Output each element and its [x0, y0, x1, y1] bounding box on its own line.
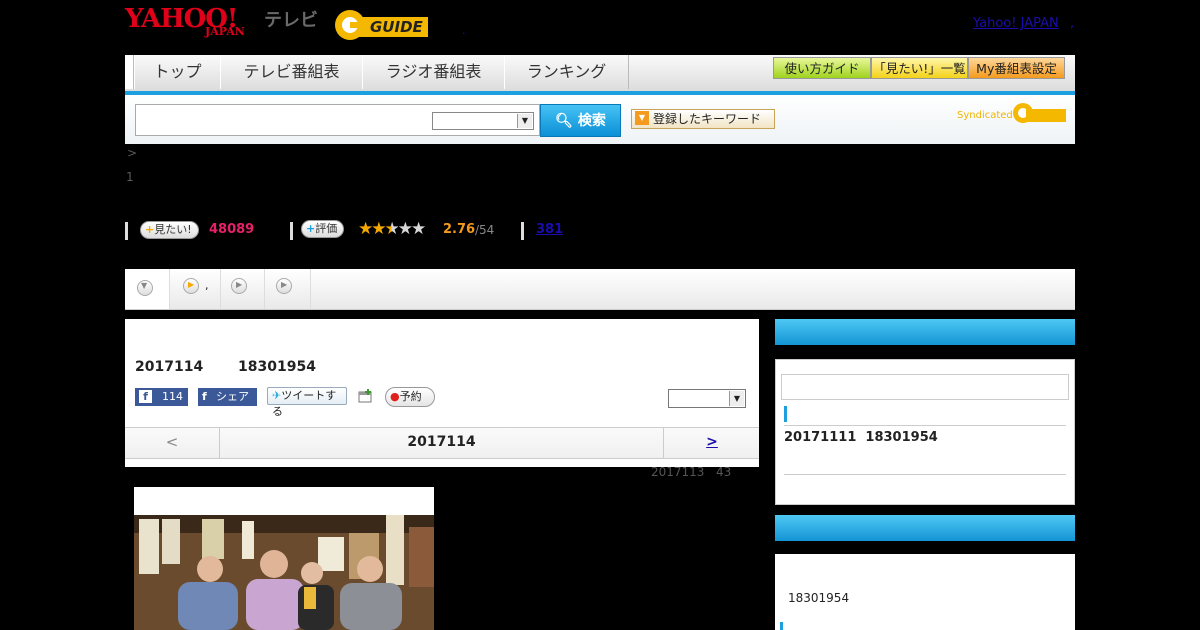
- program-meta-count: 43: [716, 465, 732, 479]
- play-icon[interactable]: ▶: [231, 278, 247, 294]
- reserve-button[interactable]: ●予約: [385, 387, 435, 407]
- facebook-share-button[interactable]: f シェア: [198, 388, 257, 406]
- facebook-icon: f: [139, 390, 152, 403]
- main-nav: トップ テレビ番組表 ラジオ番組表 ランキング 使い方ガイド 「見たい!」一覧 …: [125, 55, 1075, 95]
- facebook-count: 114: [162, 390, 183, 403]
- stat-divider: [125, 222, 128, 240]
- yahoo-logo-sub: JAPAN: [205, 25, 245, 38]
- syndicated-label: Syndicated: [957, 110, 1013, 121]
- sidebar-header-1: [775, 319, 1075, 345]
- stat-divider: [290, 222, 293, 240]
- add-calendar-icon[interactable]: [357, 388, 373, 404]
- facebook-share-label: シェア: [216, 390, 249, 403]
- page-number: 1: [126, 170, 134, 184]
- next-day-button[interactable]: >: [663, 428, 760, 458]
- section-marker: [784, 406, 787, 422]
- sidebar-item-1[interactable]: 20171111 18301954: [784, 430, 938, 445]
- program-info-panel: 2017114 18301954 f 114 f シェア ✈ツイートする ●予約 ▼…: [125, 319, 759, 467]
- date-navigation: < 2017114 >: [125, 427, 759, 459]
- want-list-button[interactable]: 「見たい!」一覧: [871, 57, 968, 79]
- divider: [784, 474, 1066, 475]
- tab-active[interactable]: ▼: [125, 269, 170, 309]
- star-empty-icon: ★: [397, 219, 413, 239]
- rate-button[interactable]: +評価: [301, 220, 345, 238]
- rating-stars: ★★★★★: [358, 219, 426, 239]
- want-button-label: 見たい!: [154, 223, 192, 236]
- header-dot: .: [462, 24, 466, 37]
- sidebar-item-2[interactable]: 18301954: [788, 591, 849, 605]
- program-select[interactable]: ▼: [668, 389, 746, 408]
- program-meta-date: 2017113: [651, 465, 705, 479]
- record-icon: ●: [390, 390, 400, 403]
- header-link-comma: ,: [1070, 16, 1075, 31]
- tab-divider: [310, 269, 311, 309]
- tweet-label: ツイートする: [272, 389, 337, 418]
- plus-icon: +: [145, 223, 155, 236]
- chevron-down-icon: ▼: [137, 280, 153, 296]
- tab-divider: [264, 269, 265, 309]
- nav-tab-radio-schedule[interactable]: ラジオ番組表: [362, 55, 505, 89]
- play-icon[interactable]: ▶: [183, 278, 199, 294]
- prev-day-button[interactable]: <: [125, 428, 220, 458]
- search-icon: 🔍︎: [555, 113, 573, 129]
- next-day-link[interactable]: >: [706, 434, 718, 450]
- divider: [784, 425, 1066, 426]
- star-icon: ★: [358, 219, 373, 239]
- program-date: 2017114: [135, 359, 204, 375]
- nav-tab-top[interactable]: トップ: [134, 55, 221, 89]
- twitter-bird-icon: ✈: [272, 389, 282, 402]
- section-marker: [780, 622, 783, 630]
- want-count: 48089: [209, 222, 255, 237]
- nav-tab-ranking[interactable]: ランキング: [504, 55, 629, 89]
- nav-date: 2017114: [407, 434, 476, 450]
- tv-label: テレビ: [264, 10, 318, 31]
- plus-icon: +: [306, 222, 316, 235]
- sidebar-box-2: 18301954: [775, 554, 1075, 630]
- gguide-logo[interactable]: GUIDE: [334, 8, 432, 42]
- chevron-down-icon: ▼: [635, 111, 649, 125]
- facebook-icon: f: [202, 390, 207, 403]
- yahoo-japan-link[interactable]: Yahoo! JAPAN: [973, 16, 1059, 31]
- star-icon: ★: [371, 219, 386, 239]
- star-empty-icon: ★: [411, 219, 426, 239]
- tab-divider: [220, 269, 221, 309]
- gguide-small-logo: [1012, 102, 1068, 128]
- play-icon[interactable]: ▶: [276, 278, 292, 294]
- breadcrumb-separator: >: [127, 146, 138, 160]
- sidebar-header-2: [775, 515, 1075, 541]
- tab-2-label[interactable]: ,: [205, 279, 209, 292]
- sidebar-box-1: 20171111 18301954: [775, 359, 1075, 505]
- content-tabs: ▼ ▶ , ▶ ▶: [125, 269, 1075, 310]
- registered-keywords-label: 登録したキーワード: [653, 112, 762, 126]
- tweet-button[interactable]: ✈ツイートする: [267, 387, 347, 418]
- reserve-label: 予約: [399, 390, 422, 403]
- program-photo: [134, 515, 434, 630]
- star-half-icon: ★: [384, 219, 400, 239]
- chevron-down-icon: ▼: [729, 391, 744, 406]
- reviews-link[interactable]: 381: [536, 222, 563, 237]
- guide-button[interactable]: 使い方ガイド: [773, 57, 871, 79]
- search-category-select[interactable]: ▼: [432, 112, 534, 130]
- facebook-like-button[interactable]: f 114: [135, 388, 188, 406]
- stat-divider: [521, 222, 524, 240]
- search-button-label: 検索: [577, 113, 606, 129]
- rate-button-label: 評価: [315, 222, 338, 235]
- rating-max: /54: [475, 223, 495, 237]
- chevron-down-icon: ▼: [517, 114, 532, 128]
- search-button[interactable]: 🔍︎ 検索: [540, 104, 621, 137]
- gguide-logo-text: GUIDE: [370, 18, 423, 36]
- program-time: 18301954: [238, 359, 316, 375]
- program-photo-frame: [134, 487, 434, 630]
- rating-value: 2.76: [443, 222, 476, 237]
- my-schedule-settings-button[interactable]: My番組表設定: [968, 57, 1065, 79]
- nav-tab-tv-schedule[interactable]: テレビ番組表: [220, 55, 363, 89]
- want-button[interactable]: +見たい!: [140, 221, 199, 239]
- registered-keywords-button[interactable]: ▼ 登録したキーワード: [631, 109, 775, 129]
- sidebar-search-field[interactable]: [781, 374, 1069, 400]
